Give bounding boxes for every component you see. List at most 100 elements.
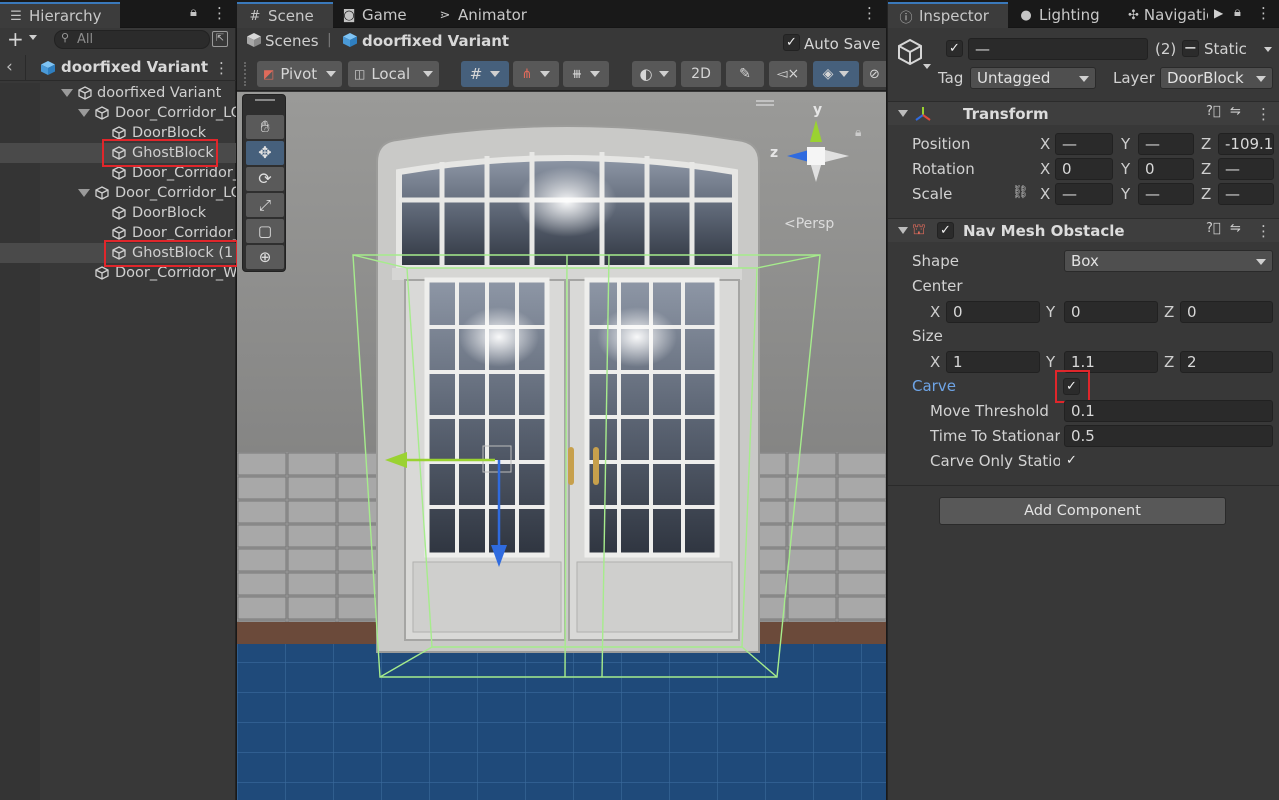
size-x-field[interactable]: 1 [946,351,1040,373]
pivot-dropdown[interactable]: ◩ Pivot [257,61,342,87]
preset-sliders-icon[interactable]: ⇋ [1230,104,1241,119]
scale-x-field[interactable]: — [1055,183,1113,205]
hierarchy-row-label: Door_Corridor_LO [115,105,236,121]
center-x-field[interactable]: 0 [946,301,1040,323]
add-component-button[interactable]: Add Component [939,497,1226,525]
expand-arrow-icon[interactable] [61,89,73,97]
back-arrow-icon[interactable]: ‹ [6,57,13,77]
effects-toggle-button[interactable]: ◈ [813,61,859,87]
center-z-field[interactable]: 0 [1180,301,1273,323]
static-dropdown-icon[interactable] [1264,47,1272,52]
object-name-field[interactable]: — [968,38,1148,60]
help-icon[interactable]: ?⃝ [1206,221,1221,236]
tab-lighting[interactable]: ● Lighting [1018,2,1099,28]
scale-tool-icon[interactable]: ⤢ [246,193,284,217]
breadcrumb-prefab[interactable]: doorfixed Variant [362,32,509,50]
gizmo-y-label: y [813,102,823,118]
center-y-field[interactable]: 0 [1064,301,1158,323]
tab-overflow-arrow-icon[interactable]: ▶ [1214,6,1223,20]
hierarchy-row[interactable]: DoorBlock [0,203,236,223]
breadcrumb-menu-icon[interactable]: ⋮ [214,59,229,77]
position-x-field[interactable]: — [1055,133,1113,155]
axis-x-label: X [930,353,941,371]
prefab-cube-icon [41,61,55,75]
tab-inspector[interactable]: ⓘ Inspector [888,2,1008,28]
hierarchy-toolbar: + ⚲ All ⇱ [0,27,236,51]
scene-menu-icon[interactable]: ⋮ [862,4,877,22]
gizmo-z-label: z [770,145,779,161]
axis-x-label: X [1040,135,1051,153]
help-icon[interactable]: ?⃝ [1206,104,1221,119]
lock-icon[interactable]: 🔒︎ [190,5,197,20]
tab-animator[interactable]: ⋗ Animator [437,2,527,28]
inspector-menu-icon[interactable]: ⋮ [1256,4,1271,22]
tab-game[interactable]: ◙ Game [341,2,407,28]
expand-arrow-icon[interactable] [78,189,90,197]
add-object-button[interactable]: + [7,27,24,51]
scale-z-field[interactable]: — [1218,183,1274,205]
tab-hierarchy[interactable]: ☰ Hierarchy [0,2,120,28]
shape-dropdown[interactable]: Box [1064,250,1273,272]
component-menu-icon[interactable]: ⋮ [1256,105,1271,123]
hierarchy-row-root[interactable]: doorfixed Variant [0,83,236,103]
rotation-y-field[interactable]: 0 [1138,158,1194,180]
rotation-z-field[interactable]: — [1218,158,1274,180]
rect-tool-icon[interactable]: ▢ [246,219,284,243]
lighting-toggle-button[interactable]: ✎ [726,61,764,87]
size-z-field[interactable]: 2 [1180,351,1273,373]
transform-header[interactable]: Transform ?⃝ ⇋ ⋮ [888,101,1279,125]
active-checkbox[interactable]: ✓ [946,40,963,57]
time-to-stationary-field[interactable]: 0.5 [1064,425,1273,447]
move-threshold-field[interactable]: 0.1 [1064,400,1273,422]
scale-y-field[interactable]: — [1138,183,1194,205]
local-dropdown[interactable]: ◫ Local [348,61,439,87]
auto-save-checkbox[interactable]: ✓ [783,34,800,51]
collapse-arrow-icon[interactable] [898,110,908,117]
collapse-arrow-icon[interactable] [898,227,908,234]
local-label: Local [371,65,411,83]
shading-mode-button[interactable]: ◐ [632,61,676,87]
carve-only-stationary-checkbox[interactable]: ✓ [1063,453,1080,470]
chevron-down-icon [326,71,336,77]
move-tool-icon[interactable]: ✥ [246,141,284,165]
add-dropdown-icon[interactable] [29,35,37,40]
ruler-snap-button[interactable]: ⧻ [563,61,609,87]
orientation-gizmo[interactable]: 🔒︎ y z <Persp [757,100,877,232]
hierarchy-row[interactable]: Door_Corridor_LO [0,183,236,203]
lock-icon[interactable]: 🔒︎ [1234,5,1241,20]
navmesh-obstacle-header[interactable]: ⛫ ✓ Nav Mesh Obstacle ?⃝ ⇋ ⋮ [888,218,1279,242]
rotate-tool-icon[interactable]: ⟳ [246,167,284,191]
hierarchy-row[interactable]: Door_Corridor_LO [0,103,236,123]
transform-tool-icon[interactable]: ⊕ [246,245,284,269]
hierarchy-menu-icon[interactable]: ⋮ [212,4,227,22]
tab-navigation[interactable]: ✣ Navigatio [1128,2,1208,28]
scene-viewport[interactable]: ✋︎ ✥ ⟳ ⤢ ▢ ⊕ 🔒︎ y z <Persp [237,92,886,800]
navmesh-enabled-checkbox[interactable]: ✓ [937,222,954,239]
2d-toggle-button[interactable]: 2D [681,61,721,87]
position-y-field[interactable]: — [1138,133,1194,155]
position-z-field[interactable]: -109.1 [1218,133,1274,155]
breadcrumb-scenes[interactable]: Scenes [265,32,319,50]
search-expand-icon[interactable]: ⇱ [212,31,228,47]
visibility-toggle-button[interactable]: ⊘ [863,61,886,87]
layer-dropdown[interactable]: DoorBlock [1160,67,1273,89]
icon-picker-arrow-icon[interactable] [923,64,931,69]
expand-arrow-icon[interactable] [78,109,90,117]
axis-z-label: Z [1201,160,1212,178]
preset-sliders-icon[interactable]: ⇋ [1230,221,1241,236]
audio-toggle-button[interactable]: ◅× [769,61,807,87]
projection-label[interactable]: <Persp [784,216,834,232]
position-label: Position [912,135,971,153]
sphere-icon: ◐ [639,65,653,83]
rotation-x-field[interactable]: 0 [1055,158,1113,180]
increment-snap-button[interactable]: ⋔ [513,61,559,87]
hand-tool-icon[interactable]: ✋︎ [246,115,284,139]
tab-scene[interactable]: # Scene [237,2,333,28]
tag-dropdown[interactable]: Untagged [970,67,1096,89]
constrain-proportions-icon[interactable]: ⛓︎ [1012,185,1029,200]
static-checkbox[interactable]: − [1182,40,1199,57]
component-menu-icon[interactable]: ⋮ [1256,222,1271,240]
navmesh-obstacle-icon: ⛫ [912,220,926,238]
hierarchy-search-input[interactable]: ⚲ All [54,30,210,49]
grid-snap-button[interactable]: # [461,61,509,87]
